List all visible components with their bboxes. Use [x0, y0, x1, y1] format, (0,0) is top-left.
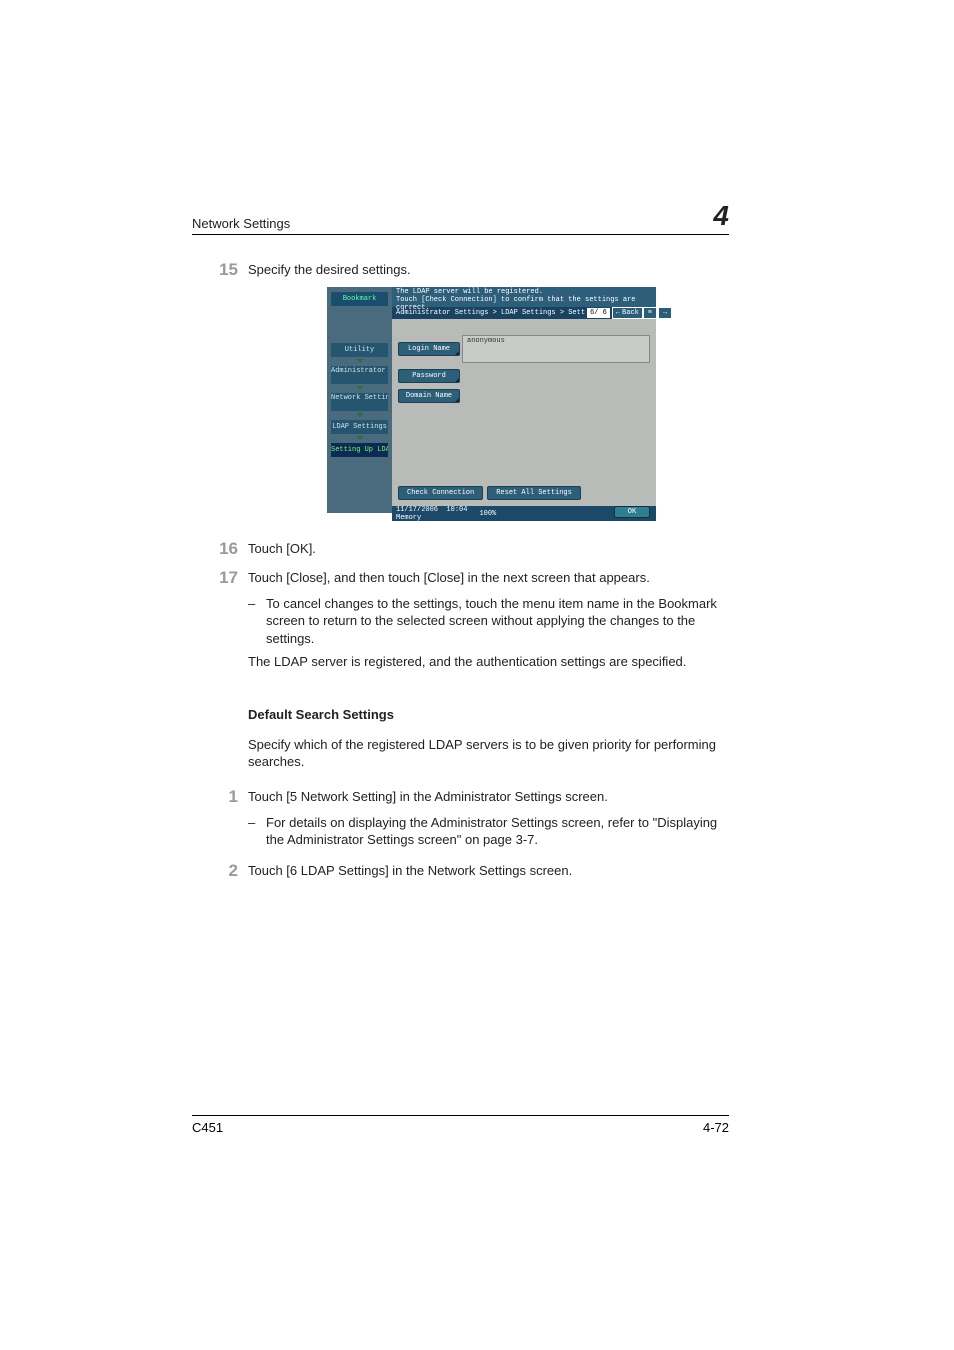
- ss-back-label: Back: [622, 308, 639, 318]
- password-button[interactable]: Password: [398, 369, 460, 383]
- chevron-down-icon: [357, 359, 363, 363]
- password-row: Password: [398, 369, 650, 383]
- bookmark-tab[interactable]: Bookmark: [331, 292, 388, 306]
- section-step-2-number: 2: [198, 862, 238, 879]
- password-label: Password: [412, 372, 446, 380]
- login-name-value: anonymous: [462, 335, 650, 363]
- status-memory-value: 100%: [479, 510, 496, 518]
- step-16-number: 16: [198, 540, 238, 557]
- sidebar-network-settings[interactable]: Network Settings: [331, 393, 388, 411]
- section-step-2: 2 Touch [6 LDAP Settings] in the Network…: [248, 862, 729, 880]
- section-title: Default Search Settings: [248, 706, 729, 724]
- step-17-post: The LDAP server is registered, and the a…: [248, 653, 729, 671]
- domain-name-label: Domain Name: [406, 392, 452, 400]
- ss-nav-prev[interactable]: ≡: [643, 307, 657, 319]
- ss-instruction-bar: The LDAP server will be registered. Touc…: [392, 287, 656, 307]
- status-date: 11/17/2006: [396, 506, 438, 514]
- domain-name-button[interactable]: Domain Name: [398, 389, 460, 403]
- chevron-down-icon: [357, 386, 363, 390]
- header-row: Network Settings 4: [192, 212, 729, 235]
- ss-status-date: 11/17/2006 10:04 Memory: [396, 506, 467, 522]
- check-connection-label: Check Connection: [407, 489, 474, 497]
- arrow-left-icon: ←: [616, 308, 620, 318]
- triangle-icon: [455, 398, 459, 402]
- section-step-1: 1 Touch [5 Network Setting] in the Admin…: [248, 788, 729, 849]
- step-15-text: Specify the desired settings.: [248, 261, 729, 279]
- ss-main: The LDAP server will be registered. Touc…: [392, 287, 656, 513]
- header-title: Network Settings: [192, 216, 290, 231]
- footer: C451 4-72: [192, 1115, 729, 1135]
- page: Network Settings 4 15 Specify the desire…: [0, 0, 954, 1350]
- arrow-right-icon: →: [663, 309, 667, 317]
- section-default-search-settings: Default Search Settings Specify which of…: [248, 706, 729, 771]
- check-connection-button[interactable]: Check Connection: [398, 486, 483, 500]
- status-time: 10:04: [446, 506, 467, 514]
- sidebar-setting-up-ldap[interactable]: Setting Up LDAP: [331, 443, 388, 457]
- step-17-number: 17: [198, 569, 238, 586]
- sidebar-utility[interactable]: Utility: [331, 343, 388, 357]
- triangle-icon: [455, 378, 459, 382]
- login-name-label: Login Name: [408, 345, 450, 353]
- ss-breadcrumb-text: Administrator Settings > LDAP Settings >…: [396, 309, 585, 317]
- ss-back-button[interactable]: ← Back: [612, 307, 643, 319]
- ldap-settings-screenshot: Bookmark Utility Administrator Settings …: [327, 287, 656, 513]
- footer-right: 4-72: [703, 1120, 729, 1135]
- ss-sidebar: Bookmark Utility Administrator Settings …: [327, 287, 392, 513]
- sidebar-admin-settings[interactable]: Administrator Settings: [331, 366, 388, 384]
- step-16: 16 Touch [OK].: [248, 540, 729, 558]
- chapter-number: 4: [713, 205, 729, 227]
- triangle-icon: [455, 351, 459, 355]
- ss-form-area: Login Name anonymous Password Domain Nam…: [392, 319, 656, 506]
- ss-breadcrumb: Administrator Settings > LDAP Settings >…: [392, 307, 656, 319]
- section-step-1-number: 1: [198, 788, 238, 805]
- ok-button[interactable]: OK: [614, 506, 650, 518]
- login-name-button[interactable]: Login Name: [398, 342, 460, 356]
- chevron-down-icon: [357, 436, 363, 440]
- section-step-1-bullet: For details on displaying the Administra…: [248, 814, 729, 849]
- step-15: 15 Specify the desired settings.: [248, 261, 729, 279]
- reset-all-settings-button[interactable]: Reset All Settings: [487, 486, 581, 500]
- sidebar-ldap-settings[interactable]: LDAP Settings: [331, 420, 388, 434]
- login-name-row: Login Name anonymous: [398, 335, 650, 363]
- step-17-text: Touch [Close], and then touch [Close] in…: [248, 569, 729, 587]
- ss-nav-next[interactable]: →: [658, 307, 672, 319]
- ss-action-row: Check Connection Reset All Settings: [398, 486, 581, 500]
- ss-page-indicator: 6/ 6: [587, 308, 610, 318]
- footer-left: C451: [192, 1120, 223, 1135]
- section-step-2-text: Touch [6 LDAP Settings] in the Network S…: [248, 862, 729, 880]
- ss-status-bar: 11/17/2006 10:04 Memory 100% OK: [392, 506, 656, 521]
- step-16-text: Touch [OK].: [248, 540, 729, 558]
- step-15-number: 15: [198, 261, 238, 278]
- step-17-bullet: To cancel changes to the settings, touch…: [248, 595, 729, 648]
- ss-instruction-line1: The LDAP server will be registered.: [396, 288, 652, 296]
- section-intro: Specify which of the registered LDAP ser…: [248, 736, 729, 771]
- reset-all-settings-label: Reset All Settings: [496, 489, 572, 497]
- step-17: 17 Touch [Close], and then touch [Close]…: [248, 569, 729, 671]
- section-step-1-text: Touch [5 Network Setting] in the Adminis…: [248, 788, 729, 806]
- chevron-down-icon: [357, 413, 363, 417]
- status-memory-label: Memory: [396, 514, 421, 522]
- domain-row: Domain Name: [398, 389, 650, 403]
